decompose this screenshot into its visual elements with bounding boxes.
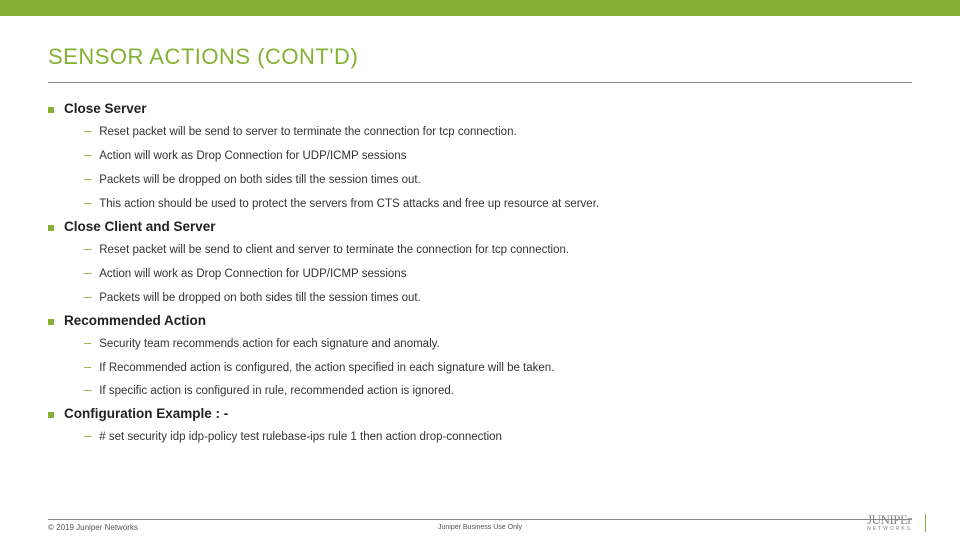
list-item-text: Packets will be dropped on both sides ti… <box>99 291 421 306</box>
slide-body: SENSOR ACTIONS (CONT'D) Close Server–Res… <box>0 16 960 445</box>
list-item: –Reset packet will be send to server to … <box>84 123 912 140</box>
list-item: –If Recommended action is configured, th… <box>84 359 912 376</box>
section-heading: Close Client and Server <box>64 219 216 234</box>
section: Configuration Example : - –# set security… <box>48 406 912 445</box>
list-item: –Packets will be dropped on both sides t… <box>84 171 912 188</box>
square-bullet-icon <box>48 319 54 325</box>
list-item-text: This action should be used to protect th… <box>99 197 599 212</box>
dash-bullet-icon: – <box>84 382 91 397</box>
dash-bullet-icon: – <box>84 265 91 280</box>
dash-bullet-icon: – <box>84 359 91 374</box>
dash-bullet-icon: – <box>84 147 91 162</box>
dash-bullet-icon: – <box>84 123 91 138</box>
square-bullet-icon <box>48 225 54 231</box>
list-item-text: Security team recommends action for each… <box>99 337 440 352</box>
logo-subtext: NETWORKS <box>867 526 912 532</box>
list-item: –Action will work as Drop Connection for… <box>84 147 912 164</box>
dash-bullet-icon: – <box>84 241 91 256</box>
list-item-text: Action will work as Drop Connection for … <box>99 149 406 164</box>
top-accent-bar <box>0 0 960 16</box>
list-item: –Reset packet will be send to client and… <box>84 241 912 258</box>
footer-center-text: Juniper Business Use Only <box>438 524 522 531</box>
juniper-logo: JUNIPEr NETWORKS <box>867 512 912 532</box>
list-item: –This action should be used to protect t… <box>84 195 912 212</box>
list-item-text: Packets will be dropped on both sides ti… <box>99 173 421 188</box>
section: Close Client and Server–Reset packet wil… <box>48 219 912 306</box>
list-item-text: Reset packet will be send to server to t… <box>99 125 516 140</box>
section: Recommended Action–Security team recomme… <box>48 313 912 400</box>
list-item: –# set security idp idp-policy test rule… <box>84 428 912 445</box>
copyright-text: © 2019 Juniper Networks <box>48 523 138 532</box>
section-heading: Close Server <box>64 101 147 116</box>
list-item: –Security team recommends action for eac… <box>84 335 912 352</box>
list-item: –Action will work as Drop Connection for… <box>84 265 912 282</box>
list-item: –Packets will be dropped on both sides t… <box>84 289 912 306</box>
page-title: SENSOR ACTIONS (CONT'D) <box>48 44 912 70</box>
title-divider <box>48 82 912 83</box>
list-item: –If specific action is configured in rul… <box>84 382 912 399</box>
section-items: –Reset packet will be send to server to … <box>48 123 912 212</box>
list-item-text: If specific action is configured in rule… <box>99 384 454 399</box>
footer: © 2019 Juniper Networks Juniper Business… <box>48 519 912 532</box>
dash-bullet-icon: – <box>84 195 91 210</box>
section: Close Server–Reset packet will be send t… <box>48 101 912 212</box>
list-item-text: Action will work as Drop Connection for … <box>99 267 406 282</box>
section-heading-row: Configuration Example : - <box>48 406 912 421</box>
dash-bullet-icon: – <box>84 171 91 186</box>
content-sections: Close Server–Reset packet will be send t… <box>48 101 912 445</box>
dash-bullet-icon: – <box>84 289 91 304</box>
section-heading: Recommended Action <box>64 313 206 328</box>
section-heading-row: Close Client and Server <box>48 219 912 234</box>
list-item-text: Reset packet will be send to client and … <box>99 243 569 258</box>
list-item-text: If Recommended action is configured, the… <box>99 361 554 376</box>
section-heading-row: Recommended Action <box>48 313 912 328</box>
dash-bullet-icon: – <box>84 335 91 350</box>
square-bullet-icon <box>48 107 54 113</box>
dash-bullet-icon: – <box>84 428 91 443</box>
section-items: –# set security idp idp-policy test rule… <box>48 428 912 445</box>
logo-accent-line <box>925 514 926 532</box>
section-items: –Security team recommends action for eac… <box>48 335 912 400</box>
section-heading-row: Close Server <box>48 101 912 116</box>
section-heading: Configuration Example : - <box>64 406 228 421</box>
list-item-text: # set security idp idp-policy test ruleb… <box>99 430 502 445</box>
section-items: –Reset packet will be send to client and… <box>48 241 912 306</box>
square-bullet-icon <box>48 412 54 418</box>
